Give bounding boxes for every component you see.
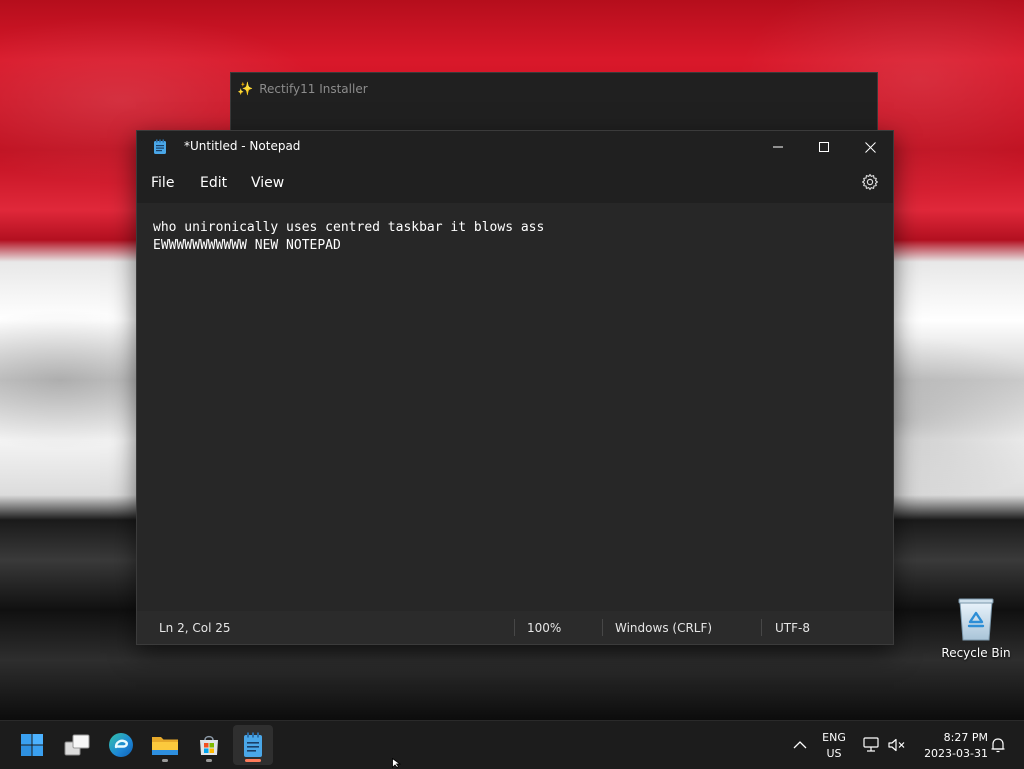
menu-view[interactable]: View bbox=[251, 175, 284, 191]
mouse-cursor-icon bbox=[392, 758, 402, 768]
sparkle-icon: ✨ bbox=[237, 81, 254, 97]
text-editor[interactable]: who unironically uses centred taskbar it… bbox=[137, 203, 893, 611]
clock-time: 8:27 PM bbox=[943, 731, 988, 744]
active-indicator bbox=[245, 759, 261, 762]
volume-muted-icon bbox=[888, 738, 905, 752]
zoom-level: 100% bbox=[527, 620, 562, 635]
notification-bell-icon bbox=[991, 738, 1005, 753]
line-ending: Windows (CRLF) bbox=[615, 620, 713, 635]
menu-bar: File Edit View bbox=[137, 163, 893, 203]
microsoft-store-icon bbox=[200, 735, 218, 755]
volume-button[interactable] bbox=[887, 735, 907, 755]
minimize-button[interactable] bbox=[755, 131, 801, 163]
notification-center-button[interactable] bbox=[988, 735, 1008, 755]
microsoft-store-button[interactable] bbox=[189, 725, 229, 765]
status-bar: Ln 2, Col 25 100% Windows (CRLF) UTF-8 bbox=[137, 611, 893, 644]
edge-button[interactable] bbox=[101, 725, 141, 765]
settings-gear-icon[interactable] bbox=[861, 173, 879, 191]
close-button[interactable] bbox=[847, 131, 893, 163]
recycle-bin-shortcut[interactable]: Recycle Bin bbox=[940, 596, 1012, 666]
editor-line-1: who unironically uses centred taskbar it… bbox=[153, 220, 545, 235]
clock-date: 2023-03-31 bbox=[924, 747, 988, 760]
cursor-position: Ln 2, Col 25 bbox=[159, 620, 231, 635]
chevron-up-icon bbox=[793, 741, 807, 749]
task-view-button[interactable] bbox=[57, 725, 97, 765]
close-icon bbox=[864, 141, 876, 153]
installer-title: Rectify11 Installer bbox=[259, 82, 368, 96]
edge-icon bbox=[109, 733, 133, 757]
start-button[interactable] bbox=[12, 725, 52, 765]
file-explorer-icon bbox=[152, 737, 178, 755]
status-divider bbox=[602, 619, 603, 636]
notepad-app-icon bbox=[154, 139, 166, 154]
minimize-icon bbox=[773, 146, 783, 148]
editor-line-2: EWWWWWWWWWWW NEW NOTEPAD bbox=[153, 238, 341, 253]
running-indicator bbox=[162, 759, 168, 762]
menu-edit[interactable]: Edit bbox=[200, 175, 227, 191]
notepad-titlebar[interactable]: *Untitled - Notepad bbox=[137, 131, 893, 163]
network-icon bbox=[863, 737, 879, 752]
installer-titlebar[interactable]: ✨ Rectify11 Installer bbox=[237, 79, 368, 99]
menu-file[interactable]: File bbox=[151, 175, 174, 191]
language-code: ENG bbox=[822, 731, 846, 744]
notepad-window[interactable]: *Untitled - Notepad File Edit View who u… bbox=[136, 130, 894, 645]
show-hidden-icons-button[interactable] bbox=[790, 735, 810, 755]
encoding: UTF-8 bbox=[775, 620, 810, 635]
maximize-button[interactable] bbox=[801, 131, 847, 163]
recycle-bin-icon bbox=[958, 598, 994, 641]
input-language-indicator[interactable]: ENG US bbox=[818, 730, 850, 762]
notepad-taskbar-button[interactable] bbox=[233, 725, 273, 765]
file-explorer-button[interactable] bbox=[145, 725, 185, 765]
status-divider bbox=[761, 619, 762, 636]
taskbar: ENG US 8:27 PM 2023-03-31 bbox=[0, 720, 1024, 769]
task-view-icon bbox=[64, 734, 90, 756]
keyboard-layout: US bbox=[826, 747, 842, 760]
clock[interactable]: 8:27 PM 2023-03-31 bbox=[912, 730, 988, 762]
status-divider bbox=[514, 619, 515, 636]
window-title: *Untitled - Notepad bbox=[184, 139, 301, 153]
running-indicator bbox=[206, 759, 212, 762]
recycle-bin-label: Recycle Bin bbox=[941, 646, 1011, 660]
network-status-button[interactable] bbox=[862, 735, 882, 755]
notepad-icon bbox=[244, 732, 262, 757]
maximize-icon bbox=[819, 142, 829, 152]
start-icon bbox=[21, 734, 43, 756]
